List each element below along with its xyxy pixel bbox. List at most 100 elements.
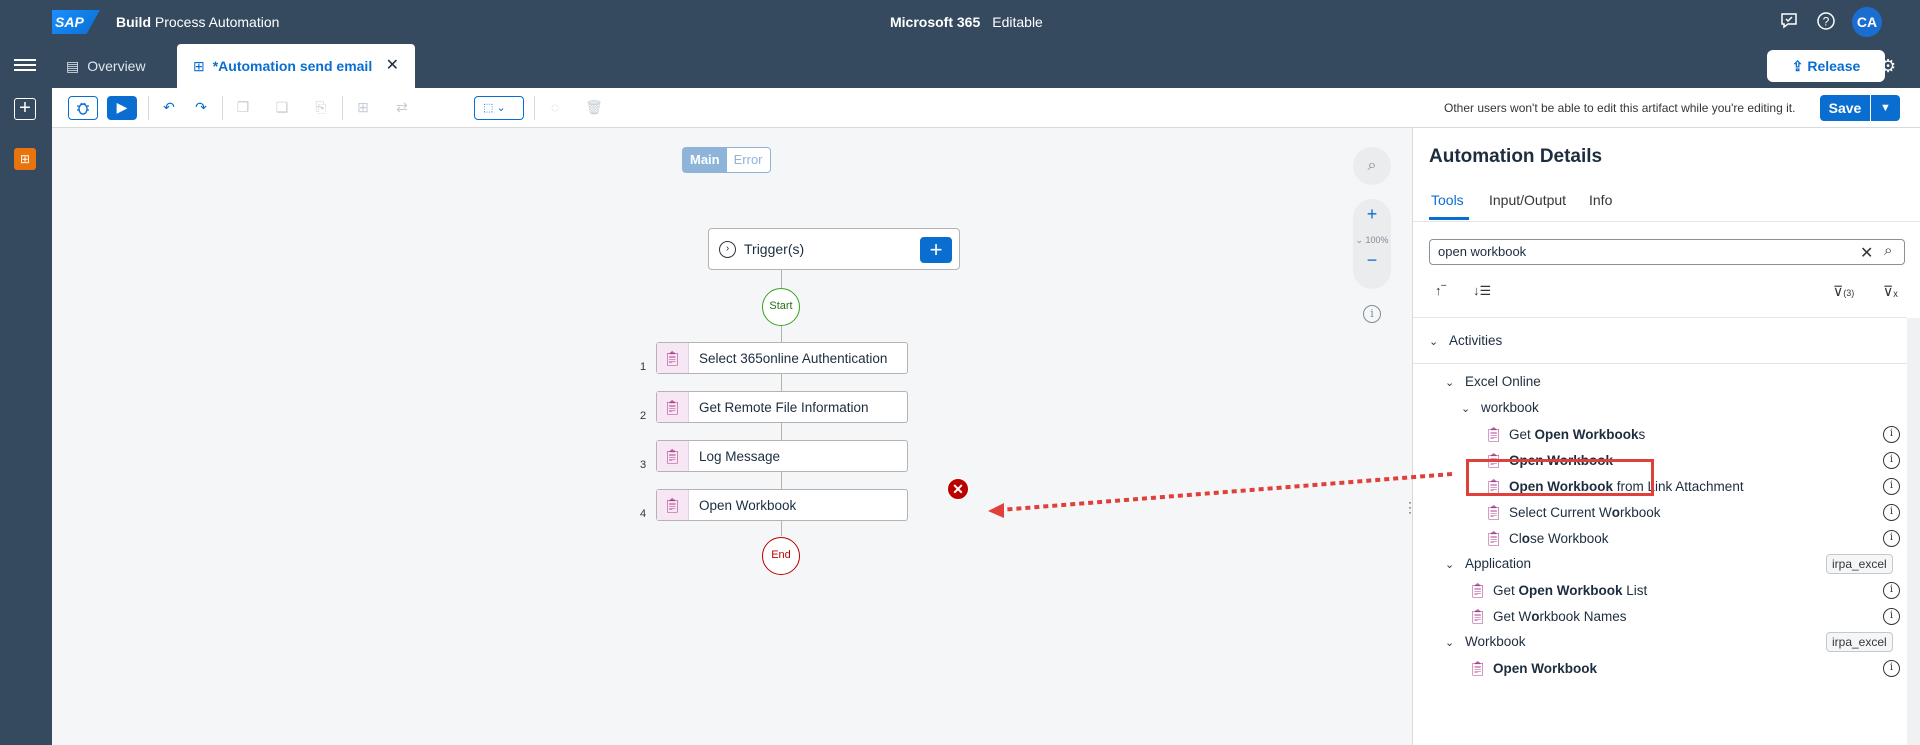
document-icon: ▤ (66, 58, 80, 74)
tab-info[interactable]: Info (1589, 192, 1612, 208)
selection-mode-select[interactable]: ⬚ ⌄ (474, 96, 524, 120)
filter-icon[interactable]: ⊽(3) (1833, 283, 1854, 300)
connector (781, 521, 782, 536)
move-icon[interactable]: ⇄ (387, 96, 417, 120)
step-number: 2 (640, 410, 647, 422)
tree-application[interactable]: ⌄ Application (1445, 551, 1531, 577)
tab-automation[interactable]: ⊞ *Automation send email ✕ (177, 44, 415, 88)
step-block[interactable]: 📋︎ Open Workbook (656, 489, 908, 521)
debug-icon[interactable] (68, 96, 98, 120)
release-button[interactable]: ⇪ Release (1767, 50, 1885, 82)
paste-icon[interactable]: ⎘ (306, 96, 336, 120)
toolbar-divider (148, 96, 149, 120)
zoom-out-icon[interactable]: − (1353, 245, 1391, 271)
trigger-label: Trigger(s) (744, 241, 805, 257)
activity-item-text: Select Current Workbook (1509, 505, 1661, 520)
zoom-in-icon[interactable]: + (1353, 199, 1391, 225)
info-icon[interactable]: i (1883, 426, 1900, 443)
delete-icon[interactable]: 🗑 (579, 96, 609, 120)
info-icon[interactable]: i (1883, 452, 1900, 469)
trigger-block[interactable]: › Trigger(s) + (708, 228, 960, 270)
clear-filter-icon[interactable]: ⊽ₓ (1883, 283, 1898, 300)
package-tag: irpa_excel (1826, 554, 1893, 574)
save-button[interactable]: Save (1820, 95, 1870, 121)
clipboard-icon: 📋︎ (1485, 530, 1503, 546)
add-icon[interactable]: + (14, 98, 36, 120)
info-icon[interactable]: i (1883, 504, 1900, 521)
tools-search-input[interactable] (1438, 244, 1838, 259)
step-block[interactable]: 📋︎ Select 365online Authentication (656, 342, 908, 374)
error-flow-tab[interactable]: Error (727, 148, 770, 172)
zoom-controls: + ⌄ 100% − (1353, 199, 1391, 289)
activity-item[interactable]: 📋︎ Get Open Workbook List (1469, 577, 1647, 603)
tab-overview[interactable]: ▤ Overview (66, 44, 146, 88)
clipboard-icon: 📋︎ (657, 441, 689, 471)
tree-workbook-group-label: workbook (1481, 400, 1539, 415)
panel-divider (1413, 221, 1920, 222)
sap-logo[interactable]: SAP (52, 10, 100, 34)
canvas-search-icon[interactable]: ⌕ (1353, 147, 1391, 185)
connector (781, 326, 782, 342)
activity-item[interactable]: 📋︎ Open Workbook (1469, 655, 1597, 681)
tree-activities[interactable]: ⌄ Activities (1429, 328, 1502, 354)
divider (1413, 363, 1907, 364)
info-icon[interactable]: i (1883, 530, 1900, 547)
step-block[interactable]: 📋︎ Get Remote File Information (656, 391, 908, 423)
error-icon[interactable]: ✕ (947, 478, 969, 500)
feedback-icon[interactable] (1778, 11, 1800, 33)
tab-tools[interactable]: Tools (1431, 192, 1464, 208)
tree-activities-label: Activities (1449, 333, 1503, 348)
flow-canvas[interactable]: Main Error ⌕ + ⌄ 100% − i › Trigger(s) + (52, 128, 1412, 745)
end-node[interactable]: End (762, 537, 800, 575)
redo-icon[interactable]: ↷ (186, 96, 216, 120)
divider (1413, 317, 1907, 318)
filter-count: (3) (1843, 288, 1855, 298)
info-icon[interactable]: i (1883, 582, 1900, 599)
user-avatar[interactable]: CA (1852, 7, 1882, 37)
zoom-level[interactable]: ⌄ 100% (1353, 225, 1391, 245)
canvas-info-icon[interactable]: i (1363, 305, 1381, 323)
gear-icon[interactable]: ⚙ (1880, 56, 1896, 77)
automation-details-panel: Automation Details Tools Input/Output In… (1412, 128, 1920, 745)
info-icon[interactable]: i (1883, 660, 1900, 677)
main-flow-tab[interactable]: Main (683, 148, 727, 172)
tab-input-output[interactable]: Input/Output (1489, 192, 1566, 208)
undo-icon[interactable]: ↶ (154, 96, 184, 120)
panel-scrollbar[interactable] (1907, 318, 1920, 745)
add-trigger-button[interactable]: + (920, 237, 952, 263)
sort-ascending-icon[interactable]: ↑‾ (1435, 283, 1446, 298)
step-block[interactable]: 📋︎ Log Message (656, 440, 908, 472)
activity-item[interactable]: 📋︎ Get Open Workbooks (1485, 421, 1645, 447)
clear-icon[interactable]: ✕ (1860, 243, 1873, 263)
svg-text:?: ? (1823, 15, 1830, 29)
process-flow-icon[interactable]: ⊞ (14, 148, 36, 170)
save-options-icon[interactable]: ▼ (1871, 95, 1900, 121)
search-icon[interactable]: ⌕ (1884, 242, 1892, 259)
info-icon[interactable]: i (1883, 478, 1900, 495)
activity-item[interactable]: 📋︎ Get Workbook Names (1469, 603, 1627, 629)
sort-list-icon[interactable]: ↓☰ (1473, 283, 1491, 299)
info-icon[interactable]: i (1883, 608, 1900, 625)
tree-excel-online[interactable]: ⌄ Excel Online (1445, 369, 1541, 395)
panel-resize-handle[interactable]: · · · (1408, 496, 1412, 518)
disable-icon[interactable]: ◌ (540, 96, 570, 120)
toolbar-divider (342, 96, 343, 120)
add-step-icon[interactable]: ⊞ (348, 96, 378, 120)
run-icon[interactable]: ▶ (107, 96, 137, 120)
mode-label: Editable (992, 14, 1043, 30)
activity-item[interactable]: 📋︎ Close Workbook (1485, 525, 1609, 551)
menu-icon[interactable] (14, 56, 36, 76)
tree-workbook-group[interactable]: ⌄ workbook (1461, 395, 1539, 421)
duplicate-icon[interactable]: ❏ (267, 96, 297, 120)
shell-bar: SAP Build Process Automation Microsoft 3… (0, 0, 1920, 44)
step-label: Log Message (699, 449, 781, 464)
help-icon[interactable]: ? (1815, 11, 1837, 33)
start-node[interactable]: Start (762, 288, 800, 326)
tree-workbook[interactable]: ⌄ Workbook (1445, 629, 1526, 655)
chevron-down-icon: ⌄ (1445, 559, 1455, 571)
chevron-down-icon: ⌄ (1429, 336, 1439, 348)
copy-icon[interactable]: ❐ (228, 96, 258, 120)
chevron-down-icon: ⌄ (1445, 637, 1455, 649)
close-icon[interactable]: ✕ (386, 44, 399, 88)
activity-item[interactable]: 📋︎ Select Current Workbook (1485, 499, 1661, 525)
